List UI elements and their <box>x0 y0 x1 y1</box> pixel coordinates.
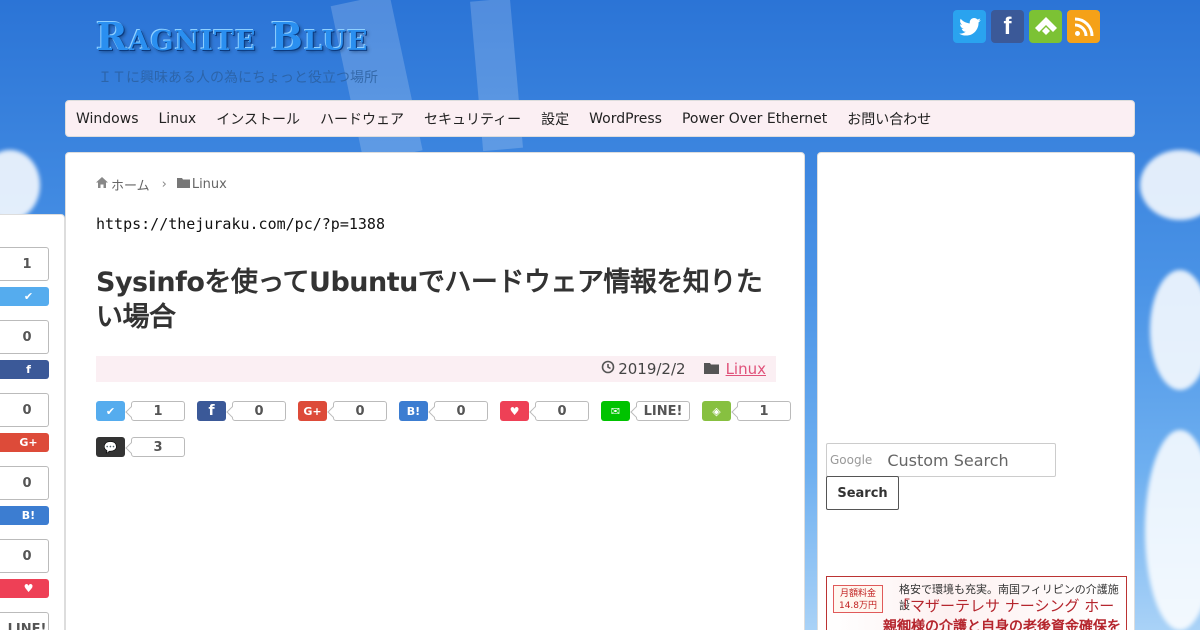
folder-icon <box>176 177 190 192</box>
share-twitter[interactable]: ✔ 1 <box>96 401 185 421</box>
nav-item-windows[interactable]: Windows <box>76 111 139 127</box>
share-count[interactable]: 0 <box>0 539 49 573</box>
vshare-pocket[interactable]: 0 ♥ <box>0 539 49 598</box>
cloud <box>0 150 40 220</box>
ad-price-badge: 月額料金 14.8万円 <box>833 585 883 613</box>
share-count[interactable]: 0 <box>434 401 488 421</box>
share-feedly[interactable]: ◈ 1 <box>702 401 791 421</box>
share-line[interactable]: ✉ LINE! <box>601 401 690 421</box>
share-count[interactable]: 0 <box>0 466 49 500</box>
comment-count[interactable]: 3 <box>131 437 185 457</box>
breadcrumb: ホーム › Linux <box>96 175 227 194</box>
cloud <box>1150 270 1200 390</box>
nav-item-contact[interactable]: お問い合わせ <box>847 109 931 129</box>
nav-item-install[interactable]: インストール <box>216 109 300 129</box>
floating-share-bar: 1 ✔ 0 f 0 G+ 0 B! 0 ♥ LINE! <box>0 214 65 630</box>
feedly-icon[interactable] <box>1029 10 1062 43</box>
share-comments[interactable]: 💬 3 <box>96 437 185 457</box>
hatena-bookmark-icon[interactable]: B! <box>399 401 428 421</box>
nav-item-linux[interactable]: Linux <box>159 111 197 127</box>
share-hatena[interactable]: B! 0 <box>399 401 488 421</box>
line-label[interactable]: LINE! <box>636 401 690 421</box>
history-icon <box>601 360 615 378</box>
google-custom-search: Google Custom Search Search <box>826 443 1056 510</box>
post-meta: 2019/2/2 Linux <box>96 356 776 382</box>
share-count[interactable]: 0 <box>333 401 387 421</box>
breadcrumb-home[interactable]: ホーム <box>111 175 150 194</box>
nav-item-settings[interactable]: 設定 <box>541 109 569 129</box>
share-count[interactable]: 1 <box>131 401 185 421</box>
share-count[interactable]: 0 <box>232 401 286 421</box>
pocket-icon[interactable]: ♥ <box>500 401 529 421</box>
twitter-icon[interactable]: ✔ <box>0 287 49 306</box>
share-googleplus[interactable]: G+ 0 <box>298 401 387 421</box>
facebook-icon[interactable]: f <box>197 401 226 421</box>
breadcrumb-category[interactable]: Linux <box>192 177 227 192</box>
search-input[interactable]: Google Custom Search <box>826 443 1056 477</box>
site-title[interactable]: Ragnite Blue <box>96 14 369 59</box>
feedly-icon[interactable]: ◈ <box>702 401 731 421</box>
main-navigation: Windows Linux インストール ハードウェア セキュリティー 設定 W… <box>65 100 1135 137</box>
comment-button-row: 💬 3 <box>96 437 197 457</box>
main-content: ホーム › Linux https://thejuraku.com/pc/?p=… <box>65 152 805 630</box>
share-facebook[interactable]: f 0 <box>197 401 286 421</box>
comment-icon[interactable]: 💬 <box>96 437 125 457</box>
search-button[interactable]: Search <box>826 476 899 510</box>
line-label[interactable]: LINE! <box>0 612 49 630</box>
home-icon <box>96 177 108 192</box>
nav-item-wordpress[interactable]: WordPress <box>589 111 662 127</box>
twitter-icon[interactable] <box>953 10 986 43</box>
line-icon[interactable]: ✉ <box>601 401 630 421</box>
vshare-line[interactable]: LINE! <box>0 612 49 630</box>
social-links: f <box>953 10 1100 43</box>
google-plus-icon[interactable]: G+ <box>0 433 49 452</box>
nav-item-security[interactable]: セキュリティー <box>424 109 521 129</box>
vshare-hatena[interactable]: 0 B! <box>0 466 49 525</box>
pocket-icon[interactable]: ♥ <box>0 579 49 598</box>
search-placeholder: Custom Search <box>887 450 1009 470</box>
share-pocket[interactable]: ♥ 0 <box>500 401 589 421</box>
post-category-link[interactable]: Linux <box>726 360 766 378</box>
rss-icon[interactable] <box>1067 10 1100 43</box>
post-title: Sysinfoを使ってUbuntuでハードウェア情報を知りたい場合 <box>96 267 763 333</box>
sidebar: Google Custom Search Search 月額料金 14.8万円 … <box>817 152 1135 630</box>
hatena-bookmark-icon[interactable]: B! <box>0 506 49 525</box>
vshare-facebook[interactable]: 0 f <box>0 320 49 379</box>
share-buttons: ✔ 1 f 0 G+ 0 B! 0 ♥ 0 ✉ LINE! ◈ 1 <box>96 401 803 421</box>
vshare-twitter[interactable]: 1 ✔ <box>0 247 49 306</box>
nav-item-poe[interactable]: Power Over Ethernet <box>682 111 827 127</box>
google-plus-icon[interactable]: G+ <box>298 401 327 421</box>
cloud <box>1145 430 1200 630</box>
post-date: 2019/2/2 <box>618 360 686 378</box>
post-url: https://thejuraku.com/pc/?p=1388 <box>96 215 385 233</box>
facebook-icon[interactable]: f <box>0 360 49 379</box>
share-count[interactable]: 1 <box>737 401 791 421</box>
share-count[interactable]: 0 <box>0 320 49 354</box>
facebook-icon[interactable]: f <box>991 10 1024 43</box>
site-tagline: ＩＴに興味ある人の為にちょっと役立つ場所 <box>98 70 378 86</box>
cloud <box>1140 150 1200 220</box>
chevron-right-icon: › <box>161 177 167 192</box>
google-logo: Google <box>830 453 873 467</box>
share-count[interactable]: 1 <box>0 247 49 281</box>
ad-subtitle: 親御様の介護と自身の老後資金確保を <box>883 619 1121 630</box>
share-count[interactable]: 0 <box>535 401 589 421</box>
vshare-googleplus[interactable]: 0 G+ <box>0 393 49 452</box>
nav-item-hardware[interactable]: ハードウェア <box>320 109 404 129</box>
ad-banner[interactable]: 月額料金 14.8万円 格安で環境も充実。南国フィリピンの介護施設 「マザーテレ… <box>826 576 1127 630</box>
folder-icon <box>703 360 719 378</box>
twitter-icon[interactable]: ✔ <box>96 401 125 421</box>
share-count[interactable]: 0 <box>0 393 49 427</box>
